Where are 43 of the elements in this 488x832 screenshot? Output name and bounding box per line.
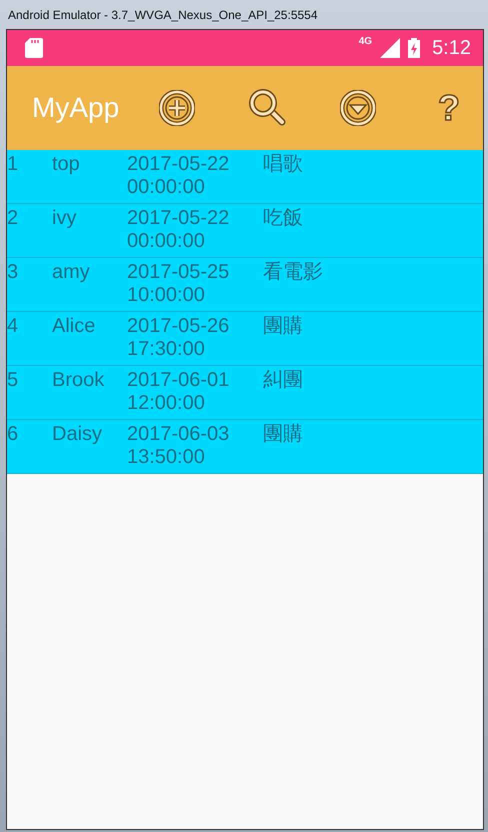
sd-card-icon — [25, 38, 43, 58]
row-datetime: 2017-05-22 00:00:00 — [127, 207, 230, 253]
search-icon — [248, 89, 287, 127]
list-row[interactable]: 3 amy 2017-05-25 10:00:00 看電影 — [7, 258, 483, 312]
row-id: 1 — [7, 153, 20, 176]
row-name: Brook — [52, 369, 106, 392]
row-event: 糾團 — [263, 369, 304, 392]
row-event: 吃飯 — [263, 207, 304, 230]
window-title: Android Emulator - 3.7_WVGA_Nexus_One_API_25:5554 — [8, 8, 318, 22]
row-datetime: 2017-05-22 00:00:00 — [127, 153, 230, 199]
list-row[interactable]: 1 top 2017-05-22 00:00:00 唱歌 — [7, 150, 483, 204]
list-row[interactable]: 6 Daisy 2017-06-03 13:50:00 團購 — [7, 420, 483, 474]
row-datetime: 2017-05-25 10:00:00 — [127, 261, 230, 307]
network-type: 4G — [358, 36, 372, 47]
row-datetime: 2017-06-01 12:00:00 — [127, 369, 230, 415]
list-row[interactable]: 4 Alice 2017-05-26 17:30:00 團購 — [7, 312, 483, 366]
battery-icon — [408, 38, 420, 58]
row-name: ivy — [52, 207, 78, 230]
dropdown-icon — [340, 90, 376, 126]
row-datetime: 2017-05-26 17:30:00 — [127, 315, 230, 361]
list-row[interactable]: 2 ivy 2017-05-22 00:00:00 吃飯 — [7, 204, 483, 258]
row-event: 唱歌 — [263, 153, 304, 176]
row-name: amy — [52, 261, 91, 284]
signal-icon — [380, 38, 400, 58]
app-title: MyApp — [32, 92, 120, 124]
row-name: Alice — [52, 315, 96, 338]
row-event: 團購 — [263, 423, 304, 446]
row-datetime: 2017-06-03 13:50:00 — [127, 423, 230, 469]
dropdown-button[interactable] — [338, 88, 378, 128]
row-id: 6 — [7, 423, 20, 446]
row-id: 4 — [7, 315, 20, 338]
row-id: 3 — [7, 261, 20, 284]
row-name: top — [52, 153, 81, 176]
row-name: Daisy — [52, 423, 104, 446]
row-id: 5 — [7, 369, 20, 392]
add-icon — [159, 90, 196, 126]
search-button[interactable] — [248, 88, 288, 128]
add-button[interactable] — [157, 88, 198, 128]
row-id: 2 — [7, 207, 20, 230]
clock: 5:12 — [432, 36, 471, 60]
list-row[interactable]: 5 Brook 2017-06-01 12:00:00 糾團 — [7, 366, 483, 420]
row-event: 團購 — [263, 315, 304, 338]
row-event: 看電影 — [263, 261, 324, 284]
